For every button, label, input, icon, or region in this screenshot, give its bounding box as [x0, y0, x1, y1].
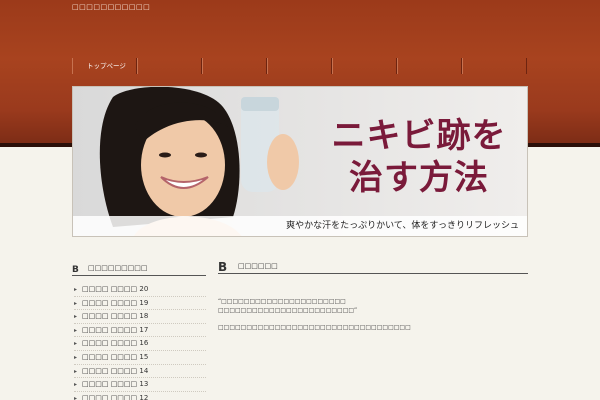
post-paragraph: “□□□□□□□□□□□□□□□□□□□□□□ □□□□□□□□□□□□□□□□… — [218, 298, 358, 314]
list-item[interactable]: □□□□ □□□□ 15 — [74, 351, 206, 365]
list-item[interactable]: □□□□ □□□□ 12 — [74, 392, 206, 400]
list-item[interactable]: □□□□ □□□□ 17 — [74, 324, 206, 338]
heading-logo-icon: B — [72, 265, 79, 274]
list-item[interactable]: □□□□ □□□□ 13 — [74, 378, 206, 392]
nav-item-3[interactable] — [202, 58, 267, 74]
nav-item-7[interactable] — [462, 58, 527, 74]
svg-text:B: B — [72, 265, 79, 274]
main-heading-text: □□□□□□ — [238, 262, 278, 270]
sidebar-heading: B □□□□□□□□□ — [72, 262, 206, 276]
recent-posts-list: □□□□ □□□□ 20 □□□□ □□□□ 19 □□□□ □□□□ 18 □… — [74, 283, 206, 400]
nav-item-2[interactable] — [137, 58, 202, 74]
site-title[interactable]: □□□□□□□□□□□ — [72, 3, 150, 11]
hero-tagline: 爽やかな汗をたっぷりかいて、体をすっきりリフレッシュ — [73, 216, 527, 236]
list-item[interactable]: □□□□ □□□□ 18 — [74, 310, 206, 324]
sidebar-heading-text: □□□□□□□□□ — [88, 264, 148, 272]
nav-item-4[interactable] — [267, 58, 332, 74]
main-heading: B □□□□□□ — [218, 258, 528, 274]
post-body: “□□□□□□□□□□□□□□□□□□□□□□ □□□□□□□□□□□□□□□□… — [218, 297, 528, 340]
hero-banner: ニキビ跡を 治す方法 爽やかな汗をたっぷりかいて、体をすっきりリフレッシュ — [72, 86, 528, 237]
hero-title: ニキビ跡を 治す方法 — [331, 116, 507, 198]
main-nav: トップページ — [72, 58, 528, 74]
nav-item-top-page[interactable]: トップページ — [72, 58, 137, 74]
list-item[interactable]: □□□□ □□□□ 16 — [74, 337, 206, 351]
heading-logo-icon: B — [218, 260, 227, 273]
list-item[interactable]: □□□□ □□□□ 19 — [74, 297, 206, 311]
post-paragraph: □□□□□□□□□□□□□□□□□□□□□□□□□□□□□□□□□□ — [218, 324, 411, 331]
nav-item-5[interactable] — [332, 58, 397, 74]
svg-text:B: B — [218, 260, 227, 273]
list-item[interactable]: □□□□ □□□□ 14 — [74, 365, 206, 379]
nav-item-6[interactable] — [397, 58, 462, 74]
list-item[interactable]: □□□□ □□□□ 20 — [74, 283, 206, 297]
